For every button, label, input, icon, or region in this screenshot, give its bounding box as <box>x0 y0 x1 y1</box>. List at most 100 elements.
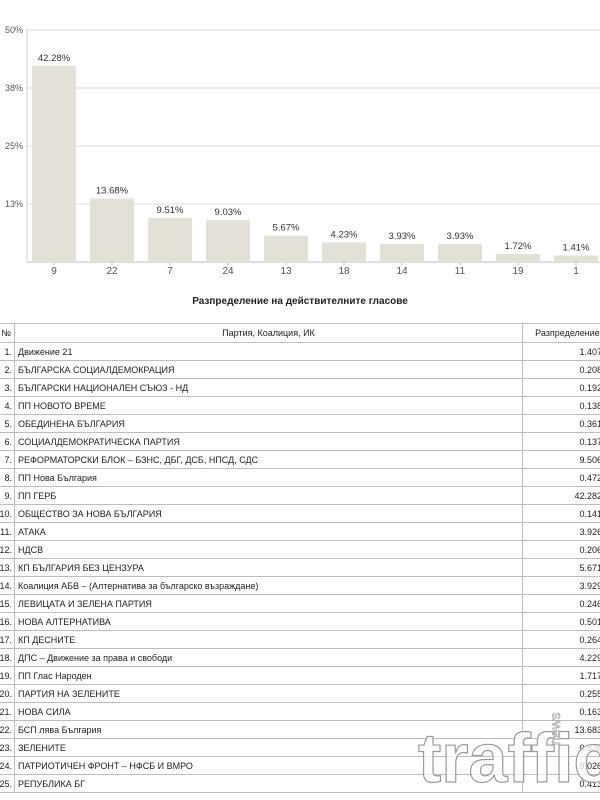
header-number: № <box>0 323 15 343</box>
row-party-name: НОВА АЛТЕРНАТИВА <box>14 612 523 631</box>
x-category-label: 14 <box>396 266 408 277</box>
bar-chart: 13% 25% 38% 50% 42.28% 9 13.68% 22 9.51% 7 9.03% 24… <box>5 25 600 277</box>
row-party-name: ОБЩЕСТВО ЗА НОВА БЪЛГАРИЯ <box>14 504 523 523</box>
row-party-name: ПП Глас Народен <box>14 666 523 685</box>
row-number: 25. <box>0 774 15 793</box>
bar-value-label: 1.72% <box>505 241 532 252</box>
row-number: 11. <box>0 522 15 541</box>
header-distribution: Разпределение <box>522 323 600 343</box>
row-distribution-value: 0.828% <box>522 738 600 757</box>
row-number: 23. <box>0 738 15 757</box>
table-row: 12.НДСВ0.206% <box>0 540 600 559</box>
table-row: 13.КП БЪЛГАРИЯ БЕЗ ЦЕНЗУРА5.671% <box>0 558 600 577</box>
table-row: 3.БЪЛГАРСКИ НАЦИОНАЛЕН СЪЮЗ - НД0.192% <box>0 378 600 397</box>
table-row: 2.БЪЛГАРСКА СОЦИАЛДЕМОКРАЦИЯ0.208% <box>0 360 600 379</box>
table-header-row: № Партия, Коалиция, ИК Разпределение <box>0 323 600 343</box>
row-party-name: Коалиция АБВ – (Алтернатива за българско… <box>14 576 523 595</box>
row-party-name: ЛЕВИЦАТА И ЗЕЛЕНА ПАРТИЯ <box>14 594 523 613</box>
table-row: 5.ОБЕДИНЕНА БЪЛГАРИЯ0.361% <box>0 414 600 433</box>
x-category-label: 7 <box>167 266 173 277</box>
bar <box>90 198 134 262</box>
row-party-name: ДПС – Движение за права и свободи <box>14 648 523 667</box>
chart-caption: Разпределение на действителните гласове <box>192 296 408 307</box>
bar-value-label: 5.67% <box>273 223 300 234</box>
bar-value-label: 13.68% <box>96 186 129 197</box>
row-party-name: РЕПУБЛИКА БГ <box>14 774 523 793</box>
y-tick-label: 25% <box>5 141 23 151</box>
x-category-label: 11 <box>455 266 466 277</box>
table-row: 17.КП ДЕСНИТЕ0.264% <box>0 630 600 649</box>
row-number: 10. <box>0 504 15 523</box>
row-number: 19. <box>0 666 15 685</box>
table-row: 11.АТАКА3.926% <box>0 522 600 541</box>
bar-value-label: 1.41% <box>563 242 590 253</box>
row-distribution-value: 13.683% <box>522 720 600 739</box>
row-party-name: НДСВ <box>14 540 523 559</box>
row-number: 4. <box>0 396 15 415</box>
row-distribution-value: 0.137% <box>522 432 600 451</box>
row-number: 18. <box>0 648 15 667</box>
row-party-name: ЗЕЛЕНИТЕ <box>14 738 523 757</box>
row-party-name: КП БЪЛГАРИЯ БЕЗ ЦЕНЗУРА <box>14 558 523 577</box>
row-distribution-value: 5.671% <box>522 558 600 577</box>
table-row: 21.НОВА СИЛА0.163% <box>0 702 600 721</box>
row-distribution-value: 0.472% <box>522 468 600 487</box>
x-category-label: 13 <box>280 266 292 277</box>
results-table: № Партия, Коалиция, ИК Разпределение 1. Д… <box>0 323 600 793</box>
table-row: 4.ПП НОВОТО ВРЕМЕ0.138% <box>0 396 600 415</box>
row-distribution-value: 0.138% <box>522 396 600 415</box>
table-row: 8.ПП Нова България0.472% <box>0 468 600 487</box>
row-party-name: ПП Нова България <box>14 468 523 487</box>
row-number: 3. <box>0 378 15 397</box>
row-distribution-value: 1.407% <box>522 342 600 361</box>
row-distribution-value: 0.361% <box>522 414 600 433</box>
table-row: 18. ДПС – Движение за права и свободи 4.22… <box>0 648 600 667</box>
table-row: 9.ПП ГЕРБ42.282% <box>0 486 600 505</box>
row-party-name: АТАКА <box>14 522 523 541</box>
bar <box>554 255 598 262</box>
row-number: 22. <box>0 720 15 739</box>
row-distribution-value: 0.255% <box>522 684 600 703</box>
row-party-name: ПАРТИЯ НА ЗЕЛЕНИТЕ <box>14 684 523 703</box>
row-distribution-value: 0.246% <box>522 594 600 613</box>
row-distribution-value: 9.026% <box>522 756 600 775</box>
row-number: 5. <box>0 414 15 433</box>
row-distribution-value: 0.208% <box>522 360 600 379</box>
bar-value-label: 3.93% <box>447 231 474 242</box>
row-number: 9. <box>0 486 15 505</box>
row-distribution-value: 0.163% <box>522 702 600 721</box>
row-number: 6. <box>0 432 15 451</box>
row-distribution-value: 0.141% <box>522 504 600 523</box>
row-party-name: БЪЛГАРСКИ НАЦИОНАЛЕН СЪЮЗ - НД <box>14 378 523 397</box>
bar <box>438 243 482 262</box>
bar-value-label: 42.28% <box>38 53 71 64</box>
row-number: 17. <box>0 630 15 649</box>
bar <box>380 243 424 262</box>
row-number: 21. <box>0 702 15 721</box>
row-distribution-value: 0.501% <box>522 612 600 631</box>
x-category-label: 24 <box>222 266 234 277</box>
row-distribution-value: 0.413% <box>522 774 600 793</box>
row-party-name: ОБЕДИНЕНА БЪЛГАРИЯ <box>14 414 523 433</box>
y-tick-label: 38% <box>5 83 23 93</box>
header-party: Партия, Коалиция, ИК <box>14 323 523 343</box>
x-category-label: 9 <box>51 266 57 277</box>
row-distribution-value: 4.229% <box>522 648 600 667</box>
row-number: 2. <box>0 360 15 379</box>
table-row: 7. РЕФОРМАТОРСКИ БЛОК – БЗНС, ДБГ, ДСБ, Н… <box>0 450 600 469</box>
row-number: 1. <box>0 342 15 361</box>
row-distribution-value: 0.206% <box>522 540 600 559</box>
row-party-name: НОВА СИЛА <box>14 702 523 721</box>
table-row: 20.ПАРТИЯ НА ЗЕЛЕНИТЕ0.255% <box>0 684 600 703</box>
row-number: 20. <box>0 684 15 703</box>
row-number: 16. <box>0 612 15 631</box>
bar <box>496 254 540 262</box>
row-number: 14. <box>0 576 15 595</box>
row-number: 24. <box>0 756 15 775</box>
bar <box>32 65 76 262</box>
row-distribution-value: 3.926% <box>522 522 600 541</box>
bar <box>206 220 250 262</box>
bar-value-label: 9.51% <box>157 205 184 216</box>
row-distribution-value: 1.717% <box>522 666 600 685</box>
table-row: 25.РЕПУБЛИКА БГ0.413% <box>0 774 600 793</box>
